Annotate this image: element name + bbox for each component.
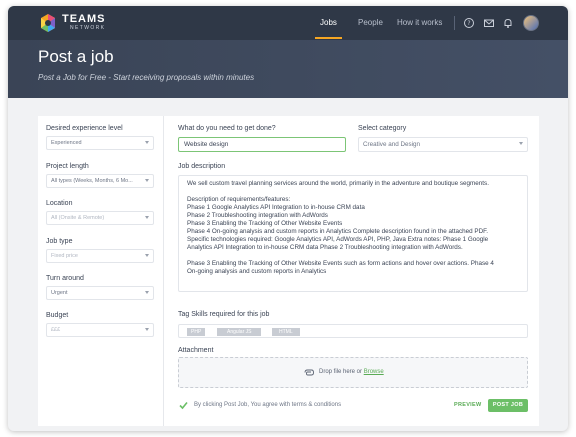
job-type-value: Fixed price <box>51 253 78 259</box>
turn-around-label: Turn around <box>46 275 84 282</box>
description-line: Phase 4 On-going analysis and custom rep… <box>187 228 489 235</box>
description-label: Job description <box>178 163 226 170</box>
experience-label: Desired experience level <box>46 125 123 132</box>
description-line: On-going analysis and custom reports in … <box>187 268 327 275</box>
category-label: Select category <box>358 125 407 132</box>
user-avatar[interactable] <box>523 15 539 31</box>
location-value: All (Onsite & Remote) <box>51 215 105 221</box>
chevron-down-icon <box>145 179 149 182</box>
chevron-down-icon <box>145 254 149 257</box>
project-length-label: Project length <box>46 163 89 170</box>
job-title-input[interactable]: Website design <box>178 137 346 152</box>
location-label: Location <box>46 200 73 207</box>
location-select[interactable]: All (Onsite & Remote) <box>46 211 154 225</box>
page-subtitle: Post a Job for Free - Start receiving pr… <box>38 73 255 82</box>
attachment-label: Attachment <box>178 347 214 354</box>
experience-value: Experienced <box>51 140 82 146</box>
description-line: Analytics API Integration to in-house CR… <box>187 244 463 251</box>
category-value: Creative and Design <box>363 141 421 148</box>
description-line: Description of requirements/features: <box>187 196 291 203</box>
brand-subtitle: NETWORK <box>70 25 106 31</box>
chevron-down-icon <box>145 328 149 331</box>
chevron-down-icon <box>145 216 149 219</box>
budget-select[interactable]: £££ <box>46 323 154 337</box>
chevron-down-icon <box>145 291 149 294</box>
paperclip-icon <box>304 369 314 376</box>
page-title: Post a job <box>38 47 114 66</box>
tag-chip[interactable]: PHP <box>187 328 206 336</box>
job-type-label: Job type <box>46 238 73 245</box>
bell-icon[interactable] <box>502 17 514 29</box>
description-line: Phase 2 Troubleshooting integration with… <box>187 212 328 219</box>
chevron-down-icon <box>519 142 523 145</box>
description-line: We sell custom travel planning services … <box>187 180 489 187</box>
nav-active-indicator <box>315 37 342 39</box>
experience-select[interactable]: Experienced <box>46 136 154 150</box>
budget-value: £££ <box>51 327 61 333</box>
nav-jobs[interactable]: Jobs <box>320 18 337 27</box>
tag-chip[interactable]: Angular JS <box>217 328 262 336</box>
preview-button[interactable]: PREVIEW <box>454 402 481 408</box>
category-select[interactable]: Creative and Design <box>358 137 528 152</box>
description-line: Phase 3 Enabling the Tracking of Other W… <box>187 220 343 227</box>
teams-logo-icon[interactable] <box>38 13 58 33</box>
description-line: Phase 3 Enabling the Tracking of Other W… <box>187 260 494 267</box>
drop-text: Drop file here or <box>319 369 364 375</box>
help-icon[interactable]: ? <box>463 17 475 29</box>
file-drop-zone[interactable]: Drop file here or Browse <box>178 357 528 388</box>
browse-link[interactable]: Browse <box>364 369 384 375</box>
tag-chip[interactable]: HTML <box>272 328 300 336</box>
description-line <box>187 188 519 196</box>
tags-label: Tag Skills required for this job <box>178 311 270 318</box>
job-description-textarea[interactable]: We sell custom travel planning services … <box>178 175 528 292</box>
mail-icon[interactable] <box>483 17 495 29</box>
drop-instructions: Drop file here or Browse <box>319 369 384 375</box>
nav-divider <box>454 16 455 30</box>
project-length-select[interactable]: All types (Weeks, Months, 6 Mo... <box>46 174 154 188</box>
turn-around-value: Urgent <box>51 290 68 296</box>
brand-name: TEAMS <box>62 13 106 25</box>
chevron-down-icon <box>145 141 149 144</box>
project-length-value: All types (Weeks, Months, 6 Mo... <box>51 178 133 184</box>
top-navbar: TEAMS NETWORK Jobs People How it works ? <box>8 6 568 40</box>
description-line: Specific technologies required: Google A… <box>187 236 489 243</box>
app-window: TEAMS NETWORK Jobs People How it works ?… <box>8 6 568 431</box>
description-line <box>187 252 519 260</box>
job-type-select[interactable]: Fixed price <box>46 249 154 263</box>
svg-text:?: ? <box>467 20 470 27</box>
checkmark-icon[interactable] <box>179 401 188 410</box>
budget-label: Budget <box>46 312 69 319</box>
tag-skills-input[interactable]: PHP Angular JS HTML <box>178 324 528 338</box>
terms-agreement-text: By clicking Post Job, You agree with ter… <box>194 402 342 408</box>
post-job-button[interactable]: POST JOB <box>488 399 528 412</box>
turn-around-select[interactable]: Urgent <box>46 286 154 300</box>
nav-how-it-works[interactable]: How it works <box>397 18 442 27</box>
description-line: Phase 1 Google Analytics API Integration… <box>187 204 365 211</box>
nav-people[interactable]: People <box>358 18 383 27</box>
what-label: What do you need to get done? <box>178 125 276 132</box>
